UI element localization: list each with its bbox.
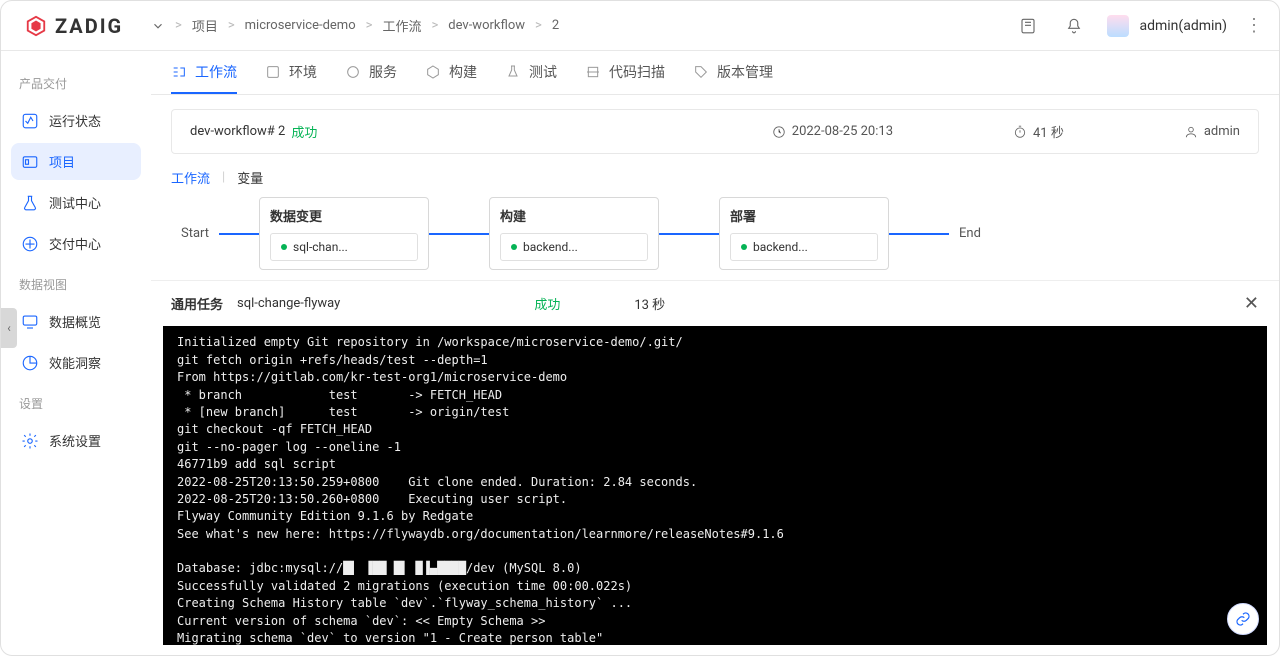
run-user: admin <box>1184 122 1240 141</box>
pipeline: Start 数据变更 sql-chan... 构建 backend... 部署 … <box>151 197 1279 280</box>
rocket-icon <box>21 235 39 253</box>
pipeline-start: Start <box>171 226 219 241</box>
run-duration: 41 秒 <box>1013 122 1064 141</box>
bell-icon[interactable] <box>1065 17 1083 35</box>
task-title: 通用任务 <box>171 294 223 313</box>
pipeline-node-deploy[interactable]: 部署 backend... <box>719 197 889 270</box>
main: 工作流 环境 服务 构建 测试 代码扫描 版本管理 dev-workflow# … <box>151 51 1279 655</box>
tag-icon <box>693 64 709 80</box>
sidebar-section-delivery: 产品交付 <box>11 65 141 98</box>
crumb-3[interactable]: dev-workflow <box>448 18 525 33</box>
workflow-icon <box>171 64 187 80</box>
crumb-0[interactable]: 项目 <box>192 16 218 35</box>
breadcrumb: >项目 >microservice-demo >工作流 >dev-workflo… <box>151 16 1019 35</box>
scan-icon <box>585 64 601 80</box>
crumb-1[interactable]: microservice-demo <box>245 18 356 33</box>
tab-scan[interactable]: 代码扫描 <box>585 51 665 94</box>
task-name: sql-change-flyway <box>237 296 340 311</box>
topbar: ZADIG >项目 >microservice-demo >工作流 >dev-w… <box>1 1 1279 51</box>
sidebar-section-settings: 设置 <box>11 385 141 418</box>
run-summary: dev-workflow# 2 成功 2022-08-25 20:13 41 秒… <box>171 109 1259 154</box>
run-status: 成功 <box>291 122 317 141</box>
more-icon[interactable]: ⋮ <box>1245 15 1263 36</box>
user-icon <box>1184 125 1198 139</box>
pie-icon <box>21 354 39 372</box>
sidebar-item-status[interactable]: 运行状态 <box>11 102 141 139</box>
run-time: 2022-08-25 20:13 <box>772 122 893 141</box>
user-name: admin(admin) <box>1139 18 1227 34</box>
tab-version[interactable]: 版本管理 <box>693 51 773 94</box>
pipeline-item[interactable]: sql-chan... <box>270 233 418 261</box>
terminal[interactable]: Initialized empty Git repository in /wor… <box>163 326 1267 645</box>
sidebar-section-data: 数据视图 <box>11 266 141 299</box>
logo-icon <box>25 15 47 37</box>
status-dot-icon <box>511 244 517 250</box>
task-status: 成功 <box>534 294 560 313</box>
pipeline-node-build[interactable]: 构建 backend... <box>489 197 659 270</box>
chevron-down-icon[interactable] <box>151 19 165 33</box>
subtabs: 工作流 | 变量 <box>151 154 1279 197</box>
crumb-4: 2 <box>552 18 559 33</box>
monitor-icon <box>21 313 39 331</box>
pipeline-item[interactable]: backend... <box>500 233 648 261</box>
status-dot-icon <box>741 244 747 250</box>
sidebar-item-test[interactable]: 测试中心 <box>11 184 141 221</box>
timer-icon <box>1013 125 1027 139</box>
sidebar-item-settings[interactable]: 系统设置 <box>11 422 141 459</box>
user-menu[interactable]: admin(admin) <box>1107 15 1227 37</box>
pipeline-node-db[interactable]: 数据变更 sql-chan... <box>259 197 429 270</box>
docs-icon[interactable] <box>1019 17 1037 35</box>
gear-icon <box>21 432 39 450</box>
flask-icon <box>505 64 521 80</box>
task-duration: 13 秒 <box>634 294 665 313</box>
pipeline-end: End <box>949 226 991 241</box>
logo[interactable]: ZADIG <box>1 14 151 38</box>
task-header: 通用任务 sql-change-flyway 成功 13 秒 ✕ <box>151 280 1279 326</box>
link-float-button[interactable] <box>1227 603 1259 635</box>
collapse-handle[interactable]: ‹ <box>1 308 17 348</box>
env-icon <box>265 64 281 80</box>
sidebar-item-delivery[interactable]: 交付中心 <box>11 225 141 262</box>
tab-env[interactable]: 环境 <box>265 51 317 94</box>
tab-build[interactable]: 构建 <box>425 51 477 94</box>
run-name: dev-workflow# 2 <box>190 124 285 139</box>
tab-service[interactable]: 服务 <box>345 51 397 94</box>
sidebar: 产品交付 运行状态 项目 测试中心 交付中心 数据视图 数据概览 效能洞察 设置 <box>1 51 151 655</box>
clock-icon <box>772 125 786 139</box>
crumb-2[interactable]: 工作流 <box>382 16 421 35</box>
activity-icon <box>21 112 39 130</box>
subtab-workflow[interactable]: 工作流 <box>171 168 210 187</box>
sidebar-item-project[interactable]: 项目 <box>11 143 141 180</box>
tab-test[interactable]: 测试 <box>505 51 557 94</box>
flask-icon <box>21 194 39 212</box>
close-icon[interactable]: ✕ <box>1244 293 1259 314</box>
subtab-vars[interactable]: 变量 <box>237 168 263 187</box>
avatar <box>1107 15 1129 37</box>
link-icon <box>1235 611 1251 627</box>
sidebar-item-overview[interactable]: 数据概览 <box>11 303 141 340</box>
tabs: 工作流 环境 服务 构建 测试 代码扫描 版本管理 <box>151 51 1279 95</box>
status-dot-icon <box>281 244 287 250</box>
pipeline-item[interactable]: backend... <box>730 233 878 261</box>
service-icon <box>345 64 361 80</box>
project-icon <box>21 153 39 171</box>
tab-workflow[interactable]: 工作流 <box>171 51 237 94</box>
sidebar-item-insight[interactable]: 效能洞察 <box>11 344 141 381</box>
cube-icon <box>425 64 441 80</box>
brand-name: ZADIG <box>55 14 123 38</box>
